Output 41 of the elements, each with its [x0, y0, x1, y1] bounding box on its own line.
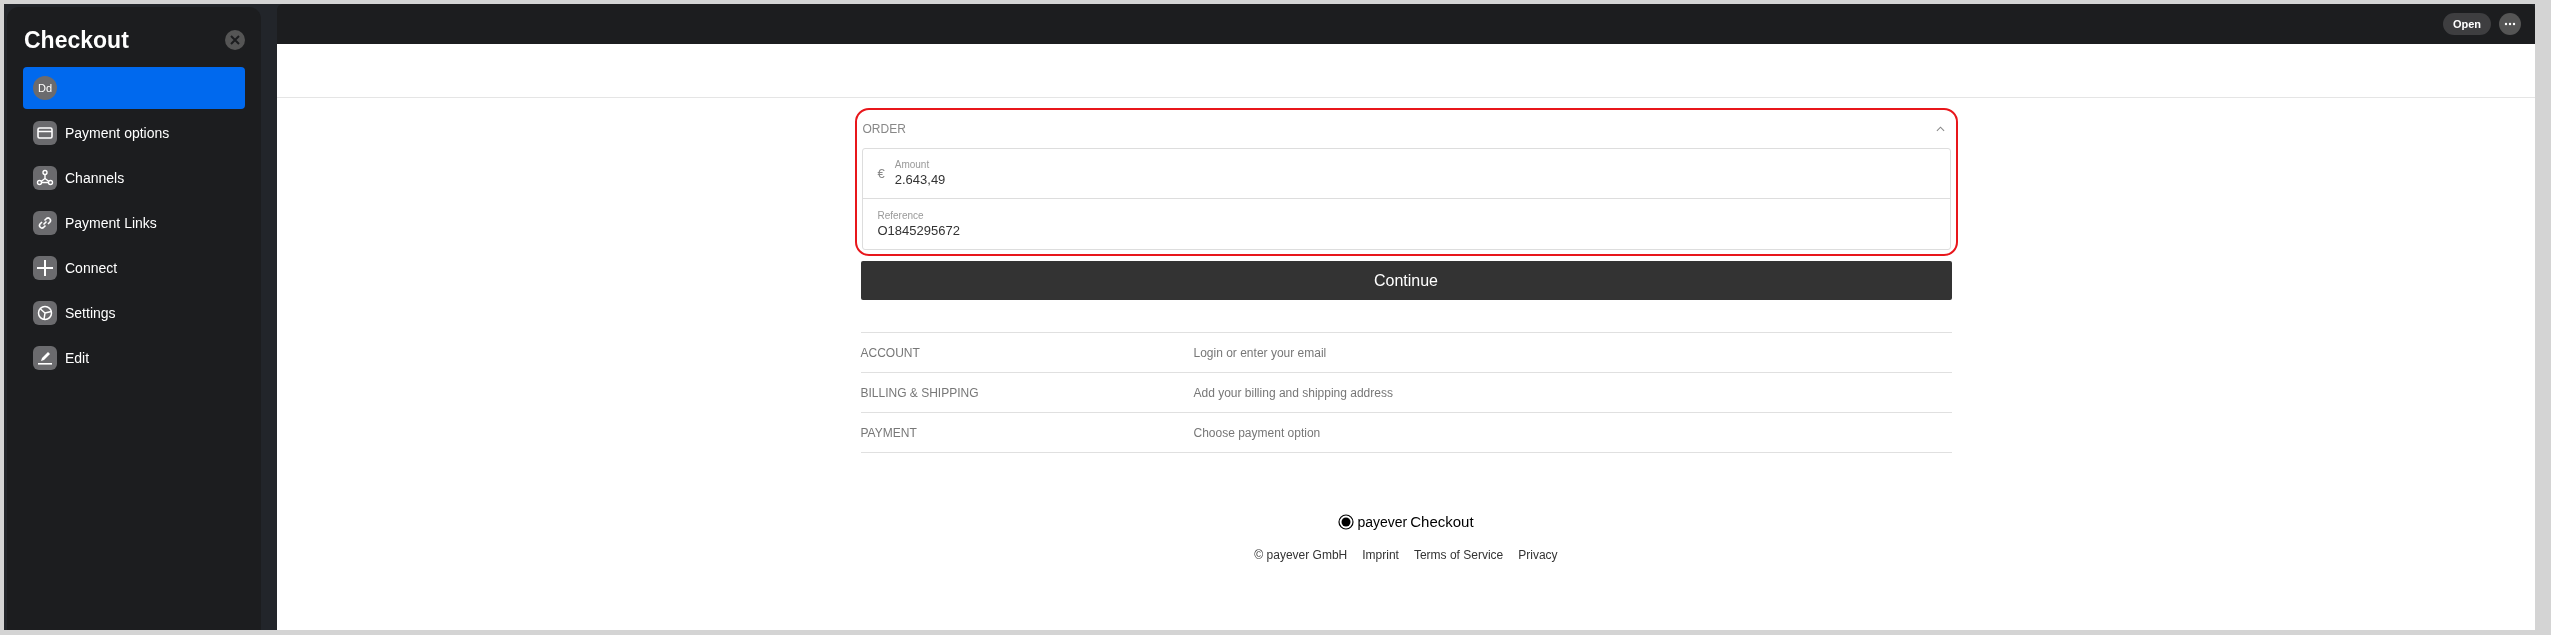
sidebar-item[interactable]: Channels: [23, 157, 245, 199]
field-label: Amount: [894, 158, 931, 171]
card-icon: [33, 121, 57, 145]
more-icon: [2504, 22, 2516, 26]
field-label: Reference: [877, 208, 925, 222]
pencil-icon: [33, 346, 57, 370]
footer-link[interactable]: Terms of Service: [1413, 545, 1504, 564]
open-button[interactable]: Open: [2442, 13, 2491, 35]
plus-icon: [33, 256, 57, 280]
sidebar-item[interactable]: Settings: [23, 292, 245, 334]
currency-symbol: €: [877, 164, 885, 183]
footer-link[interactable]: Privacy: [1518, 545, 1558, 564]
sidebar-title: Checkout: [24, 26, 129, 55]
account-item[interactable]: Dd: [23, 67, 245, 109]
step-description: Login or enter your email: [1193, 344, 1327, 362]
product-name: Checkout: [1410, 512, 1474, 532]
step-title: BILLING & SHIPPING: [860, 384, 980, 402]
reference-field[interactable]: Reference O1845295672: [862, 199, 1950, 249]
step-title: PAYMENT: [860, 424, 918, 442]
link-icon: [33, 211, 57, 235]
step-description: Add your billing and shipping address: [1193, 384, 1393, 402]
avatar: Dd: [33, 76, 57, 100]
sidebar-item[interactable]: Payment options: [23, 112, 245, 154]
more-button[interactable]: [2499, 13, 2521, 35]
step-title: ACCOUNT: [860, 344, 921, 362]
sidebar-item[interactable]: Edit: [23, 337, 245, 379]
continue-button[interactable]: Continue: [860, 261, 1952, 300]
field-value: O1845295672: [877, 221, 961, 240]
footer-link[interactable]: Imprint: [1362, 545, 1399, 564]
field-value: 2.643,49: [894, 171, 946, 189]
network-icon: [33, 166, 57, 190]
sidebar-item[interactable]: Payment Links: [23, 202, 245, 244]
close-icon: [230, 35, 240, 45]
settings-icon: [33, 301, 57, 325]
brand-name: payever: [1357, 512, 1408, 532]
chevron-up-icon: [1935, 126, 1945, 132]
sidebar-item[interactable]: Connect: [23, 247, 245, 289]
copyright-text: © payever GmbH: [1254, 546, 1348, 564]
order-header[interactable]: ORDER: [861, 110, 1951, 148]
logo-icon: [1338, 514, 1355, 531]
step-description: Choose payment option: [1193, 424, 1321, 442]
